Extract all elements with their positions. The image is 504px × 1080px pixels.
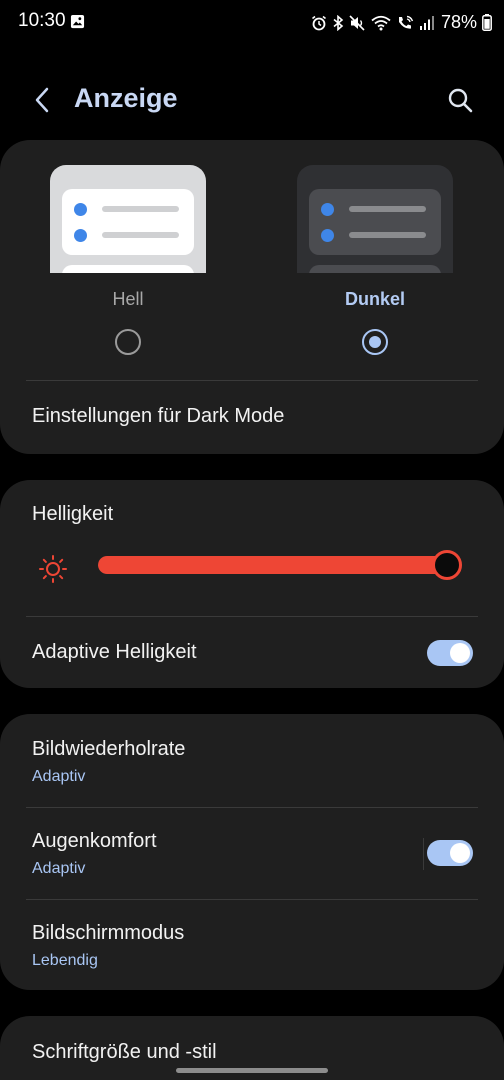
theme-card: Hell Dunkel Einstellungen für Dark Mode (0, 140, 504, 454)
eye-comfort-row[interactable]: Augenkomfort Adaptiv (0, 808, 504, 899)
chevron-left-icon (35, 87, 49, 113)
refresh-rate-row[interactable]: Bildwiederholrate Adaptiv (0, 714, 504, 807)
gallery-icon (70, 14, 85, 29)
brightness-card: Helligkeit Adaptive Helligkeit (0, 480, 504, 688)
dark-theme-label: Dunkel (344, 289, 405, 309)
eye-comfort-value: Adaptiv (32, 860, 86, 877)
adaptive-brightness-label: Adaptive Helligkeit (32, 641, 197, 663)
screen-mode-value: Lebendig (32, 952, 98, 969)
preview-card (309, 265, 441, 273)
refresh-rate-value: Adaptiv (32, 768, 86, 785)
toggle-knob (450, 643, 470, 663)
mute-icon (349, 14, 365, 31)
eye-comfort-title: Augenkomfort (32, 830, 157, 852)
light-theme-radio[interactable] (115, 329, 141, 355)
search-button[interactable] (442, 82, 478, 118)
toggle-separator (423, 838, 424, 870)
font-size-style-title: Schriftgröße und -stil (32, 1041, 217, 1063)
status-icons: 78% (311, 12, 492, 33)
refresh-rate-title: Bildwiederholrate (32, 738, 186, 760)
adaptive-brightness-row[interactable]: Adaptive Helligkeit (0, 617, 504, 688)
preview-card (62, 265, 194, 273)
display-options-card: Bildwiederholrate Adaptiv Augenkomfort A… (0, 714, 504, 990)
status-bar: 10:30 78% (0, 0, 504, 44)
preview-dot (321, 229, 334, 242)
page-title: Anzeige (74, 83, 178, 113)
wifi-call-icon (398, 15, 414, 29)
signal-icon (419, 15, 434, 30)
home-indicator[interactable] (176, 1068, 328, 1073)
wifi-icon (371, 15, 391, 30)
bluetooth-icon (333, 14, 344, 31)
app-bar: Anzeige (0, 72, 504, 128)
preview-line (349, 232, 426, 238)
dark-mode-settings-label: Einstellungen für Dark Mode (32, 405, 285, 427)
preview-card (62, 189, 194, 255)
preview-card (309, 189, 441, 255)
preview-line (102, 206, 179, 212)
screen-mode-title: Bildschirmmodus (32, 922, 185, 944)
brightness-title: Helligkeit (32, 503, 114, 525)
screen-mode-row[interactable]: Bildschirmmodus Lebendig (0, 900, 504, 990)
status-time: 10:30 (18, 10, 66, 31)
back-button[interactable] (26, 82, 58, 118)
preview-line (102, 232, 179, 238)
brightness-slider-fill (98, 556, 447, 574)
brightness-slider-thumb[interactable] (432, 550, 462, 580)
sun-icon (39, 555, 67, 583)
preview-dot (74, 203, 87, 216)
battery-percentage: 78% (440, 12, 477, 32)
preview-dot (74, 229, 87, 242)
alarm-icon (311, 15, 326, 30)
light-theme-preview[interactable] (50, 165, 206, 273)
adaptive-brightness-toggle[interactable] (427, 640, 473, 666)
battery-icon (482, 14, 492, 31)
light-theme-label: Hell (112, 289, 144, 309)
dark-theme-radio[interactable] (362, 329, 388, 355)
dark-theme-preview[interactable] (297, 165, 453, 273)
search-icon (448, 88, 473, 113)
dark-mode-settings-row[interactable]: Einstellungen für Dark Mode (0, 381, 504, 454)
preview-dot (321, 203, 334, 216)
brightness-slider[interactable] (98, 556, 462, 574)
display-settings-screen: 10:30 78% Anzeige Hell Dunkel Einstellun… (0, 0, 504, 1080)
toggle-knob (450, 843, 470, 863)
eye-comfort-toggle[interactable] (427, 840, 473, 866)
preview-line (349, 206, 426, 212)
